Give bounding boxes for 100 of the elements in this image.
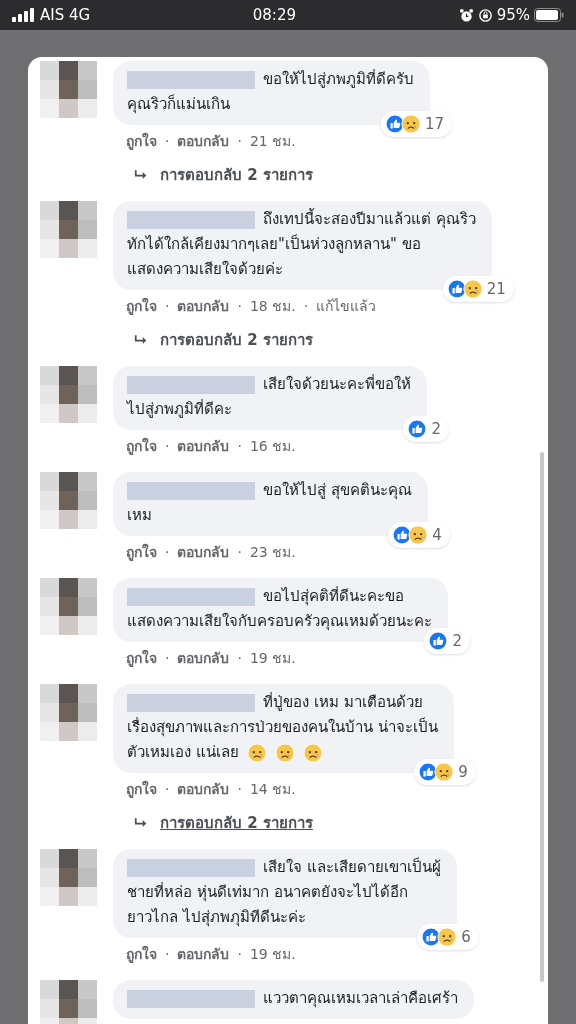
sad-reaction-icon: [400, 113, 421, 134]
reaction-count: 6: [461, 926, 471, 948]
separator-dot: ·: [237, 780, 242, 799]
comment-text-line: แสดงความเสียใจด้วยค่ะ: [127, 259, 283, 280]
sad-reaction-icon: [437, 926, 458, 947]
battery-percent: 95%: [496, 4, 530, 26]
comment-info: 16 ชม.: [249, 437, 296, 456]
comment-info: 18 ชม.: [249, 297, 296, 316]
separator-dot: ·: [165, 780, 170, 799]
separator-dot: ·: [237, 437, 242, 456]
reaction-summary[interactable]: 2: [424, 627, 470, 654]
comment-text-line: เหม: [127, 505, 152, 526]
comment-action-link[interactable]: ถูกใจ: [126, 648, 157, 668]
pixelated-avatar: [40, 472, 97, 529]
comment-text-line: คุณริวก็แม่นเกิน: [127, 93, 230, 116]
separator-dot: ·: [165, 132, 170, 151]
sad-reaction-icon: [408, 524, 429, 545]
separator-dot: ·: [165, 945, 170, 964]
like-reaction-icon: [407, 418, 428, 439]
reaction-summary[interactable]: 4: [388, 521, 450, 548]
alarm-clock-icon: [458, 7, 474, 23]
comment-text-line: ขอไปสุ่คติที่ดีนะคะขอ: [263, 585, 404, 608]
comment-action-link[interactable]: ถูกใจ: [126, 542, 157, 562]
separator-dot: ·: [237, 649, 242, 668]
replies-link[interactable]: การตอบกลับ 2 รายการ: [160, 330, 313, 350]
reaction-count: 2: [452, 630, 462, 652]
comment-action-link[interactable]: ตอบกลับ: [177, 131, 230, 151]
comment-action-link[interactable]: ถูกใจ: [126, 131, 157, 151]
comment-action-link[interactable]: ตอบกลับ: [177, 779, 230, 799]
reply-arrow-icon: [134, 334, 148, 346]
pixelated-avatar: [40, 684, 97, 741]
comment-text-line: เสียใจด้วยนะคะพี่ขอให้: [263, 373, 411, 395]
like-reaction-icon: [428, 630, 449, 651]
comment-action-link[interactable]: ถูกใจ: [126, 296, 157, 316]
rotation-lock-icon: [477, 7, 493, 23]
comment-text-line: ถึงเทปนี้จะสองปีมาแล้วแต่ คุณริว: [263, 207, 476, 231]
pixelated-avatar: [40, 366, 97, 423]
crying-emoji-icon: [246, 742, 267, 763]
comment-info: 19 ชม.: [249, 945, 296, 964]
comment-info: 23 ชม.: [249, 543, 296, 562]
comment-text-line: ไปสู่ภพภูมิที่ดีคะ: [127, 398, 232, 420]
comment-text-line: ขอให้ไปสู่ สุขคตินะคุณ: [263, 480, 412, 502]
comment-text-line: ขอให้ไปสู่ภพภูมิที่ดีครับ: [263, 68, 414, 90]
carrier-label: AIS 4G: [40, 4, 91, 26]
comment-action-link[interactable]: ถูกใจ: [126, 944, 157, 964]
reaction-summary[interactable]: 6: [417, 923, 479, 950]
crying-emoji-icon: [274, 742, 295, 763]
separator-dot: ·: [237, 132, 242, 151]
separator-dot: ·: [165, 649, 170, 668]
sad-reaction-icon: [434, 761, 455, 782]
pixelated-avatar: [40, 201, 97, 258]
reaction-count: 17: [424, 113, 444, 135]
separator-dot: ·: [165, 543, 170, 562]
crying-emoji-icon: [302, 742, 323, 763]
comment-action-link[interactable]: ตอบกลับ: [177, 648, 230, 668]
comment-action-link[interactable]: ตอบกลับ: [177, 542, 230, 562]
reaction-count: 4: [432, 524, 442, 546]
comment-info: 21 ชม.: [249, 132, 296, 151]
comment-text-line: ยาวไกล ไปสุ่ภพภุมิทีดีนะค่ะ: [127, 907, 306, 929]
comment-text-line: ทักได้ใกล้เคียงมากๆเลย"เป็นห่วงลูกหลาน" ขอ: [127, 233, 421, 255]
separator-dot: ·: [237, 543, 242, 562]
comment-info: 14 ชม.: [249, 780, 296, 799]
separator-dot: ·: [165, 297, 170, 316]
separator-dot: ·: [303, 297, 309, 316]
like-reaction-icon: [421, 926, 442, 947]
reaction-count: 2: [431, 418, 441, 440]
pixelated-avatar: [40, 980, 97, 1024]
separator-dot: ·: [237, 945, 242, 964]
comment-action-link[interactable]: ถูกใจ: [126, 779, 157, 799]
comment-text-line: ชายที่หล่อ หุ่นดีเท่มาก อนาคตยังจะไปได้อีก: [127, 881, 408, 904]
comment-action-link[interactable]: ถูกใจ: [126, 436, 157, 456]
comment-text-line: ตัวเหมเอง แน่เลย: [127, 742, 239, 763]
pixelated-avatar: [40, 61, 97, 118]
comment-text-line: เสียใจ และเสียดายเขาเป็นผู้: [263, 856, 441, 878]
clock-time: 08:29: [252, 4, 296, 26]
comment-text-line: ที่ปู่ของ เหม มาเตือนด้วย: [263, 691, 423, 713]
comment-info: 19 ชม.: [249, 649, 296, 668]
comment-action-link[interactable]: ตอบกลับ: [177, 436, 230, 456]
scrollbar-thumb[interactable]: [540, 452, 544, 982]
comment-action-link[interactable]: ตอบกลับ: [177, 296, 230, 316]
sad-reaction-icon: [462, 278, 483, 299]
reply-arrow-icon: [134, 817, 148, 829]
comment-action-link[interactable]: ตอบกลับ: [177, 944, 230, 964]
reaction-count: 9: [458, 761, 468, 783]
like-reaction-icon: [392, 524, 413, 545]
comment-text-line: เรื่องสุขภาพและการป่วยของคนในบ้าน น่าจะเป็น: [127, 716, 438, 739]
battery-icon: [534, 8, 564, 22]
reaction-summary[interactable]: 17: [380, 110, 452, 137]
reaction-summary[interactable]: 2: [403, 415, 449, 442]
signal-icon: [12, 8, 36, 22]
reply-arrow-icon: [134, 169, 148, 181]
reaction-summary[interactable]: 9: [414, 758, 476, 785]
comment-info: แก้ไขแล้ว: [316, 297, 377, 316]
pixelated-avatar: [40, 849, 97, 906]
replies-link[interactable]: การตอบกลับ 2 รายการ: [160, 813, 313, 833]
separator-dot: ·: [237, 297, 242, 316]
like-reaction-icon: [418, 761, 439, 782]
reaction-summary[interactable]: 21: [442, 275, 514, 302]
replies-link[interactable]: การตอบกลับ 2 รายการ: [160, 165, 313, 185]
comment-text-line: แววตาคุณเหมเวลาเล่าคือเศร้า: [263, 988, 458, 1010]
